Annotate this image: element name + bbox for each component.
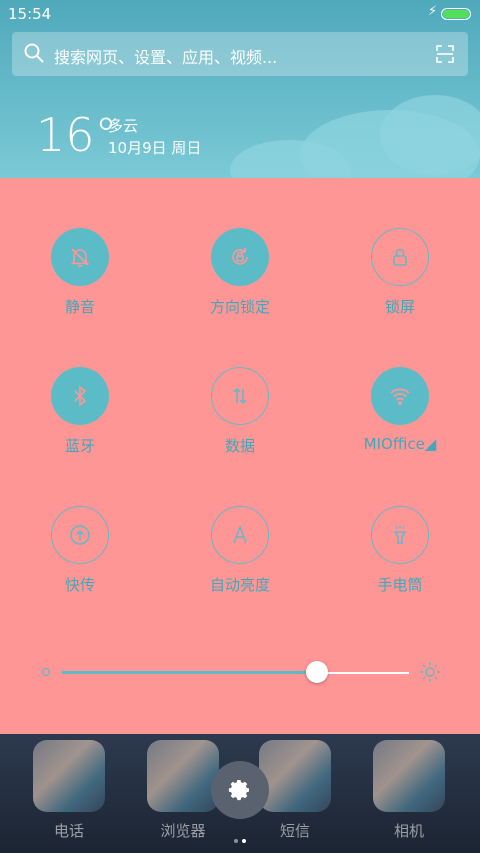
charging-icon: ⚡ (428, 4, 438, 19)
toggle-label: MIOffice◢ (363, 435, 437, 453)
app-icon (373, 740, 445, 812)
toggle-label: 快传 (64, 576, 95, 594)
cloud-decoration (380, 95, 480, 175)
toggle-label: 数据 (224, 437, 255, 455)
weather-temperature: 16° (36, 108, 118, 162)
toggle-rotation-lock[interactable]: 方向锁定 (160, 228, 320, 317)
app-camera[interactable]: 相机 (373, 740, 445, 841)
toggle-label: 静音 (64, 298, 95, 316)
brightness-track-empty (317, 672, 409, 674)
search-placeholder: 搜索网页、设置、应用、视频... (54, 48, 278, 67)
brightness-high-icon (420, 662, 440, 682)
scan-icon[interactable] (436, 45, 454, 63)
brightness-low-icon (41, 667, 51, 677)
data-arrows-icon (211, 367, 269, 425)
brightness-slider[interactable] (0, 652, 480, 692)
app-label: 电话 (53, 822, 84, 840)
app-phone[interactable]: 电话 (33, 740, 105, 841)
toggle-label: 锁屏 (384, 298, 415, 316)
toggle-data[interactable]: 数据 (160, 367, 320, 456)
toggle-bluetooth[interactable]: 蓝牙 (0, 367, 160, 456)
status-bar: 15:54 ⚡ (0, 0, 480, 28)
flashlight-icon (371, 506, 429, 564)
toggle-quick-transfer[interactable]: 快传 (0, 506, 160, 595)
brightness-track-filled (62, 671, 317, 674)
app-messages[interactable]: 短信 (259, 740, 331, 841)
app-browser[interactable]: 浏览器 (147, 740, 219, 841)
battery-icon (441, 8, 471, 20)
app-label: 浏览器 (160, 822, 206, 840)
app-icon (259, 740, 331, 812)
quick-settings-panel: 静音 方向锁定 锁屏 蓝牙 数据 MIOffice◢ 快传 自动亮度 手电筒 (0, 178, 480, 734)
page-dot (234, 839, 238, 843)
toggle-flashlight[interactable]: 手电筒 (320, 506, 480, 595)
wifi-icon (371, 367, 429, 425)
status-time: 15:54 (8, 5, 52, 23)
search-bar[interactable]: 搜索网页、设置、应用、视频... (12, 32, 468, 76)
quick-transfer-icon (51, 506, 109, 564)
toggle-label: 手电筒 (377, 576, 423, 594)
toggle-mute[interactable]: 静音 (0, 228, 160, 317)
bluetooth-icon (51, 367, 109, 425)
toggle-label: 自动亮度 (209, 576, 270, 594)
weather-date: 10月9日 周日 (108, 139, 202, 157)
brightness-handle[interactable] (306, 661, 328, 683)
toggle-lock-screen[interactable]: 锁屏 (320, 228, 480, 317)
app-icon (33, 740, 105, 812)
lock-icon (371, 228, 429, 286)
toggle-label: 蓝牙 (64, 437, 95, 455)
app-label: 短信 (279, 822, 310, 840)
bell-off-icon (51, 228, 109, 286)
toggle-auto-brightness[interactable]: 自动亮度 (160, 506, 320, 595)
home-dock: 电话 浏览器 短信 相机 (0, 734, 480, 853)
search-icon (24, 43, 44, 63)
page-dot-active (242, 839, 246, 843)
app-icon (147, 740, 219, 812)
rotation-lock-icon (211, 228, 269, 286)
page-indicator (232, 828, 248, 847)
toggle-label: 方向锁定 (209, 298, 270, 316)
settings-button[interactable] (211, 761, 269, 819)
gear-icon (228, 780, 249, 801)
auto-brightness-icon (211, 506, 269, 564)
app-label: 相机 (393, 822, 424, 840)
toggle-wifi[interactable]: MIOffice◢ (320, 367, 480, 453)
weather-condition: 多云 (108, 117, 139, 135)
